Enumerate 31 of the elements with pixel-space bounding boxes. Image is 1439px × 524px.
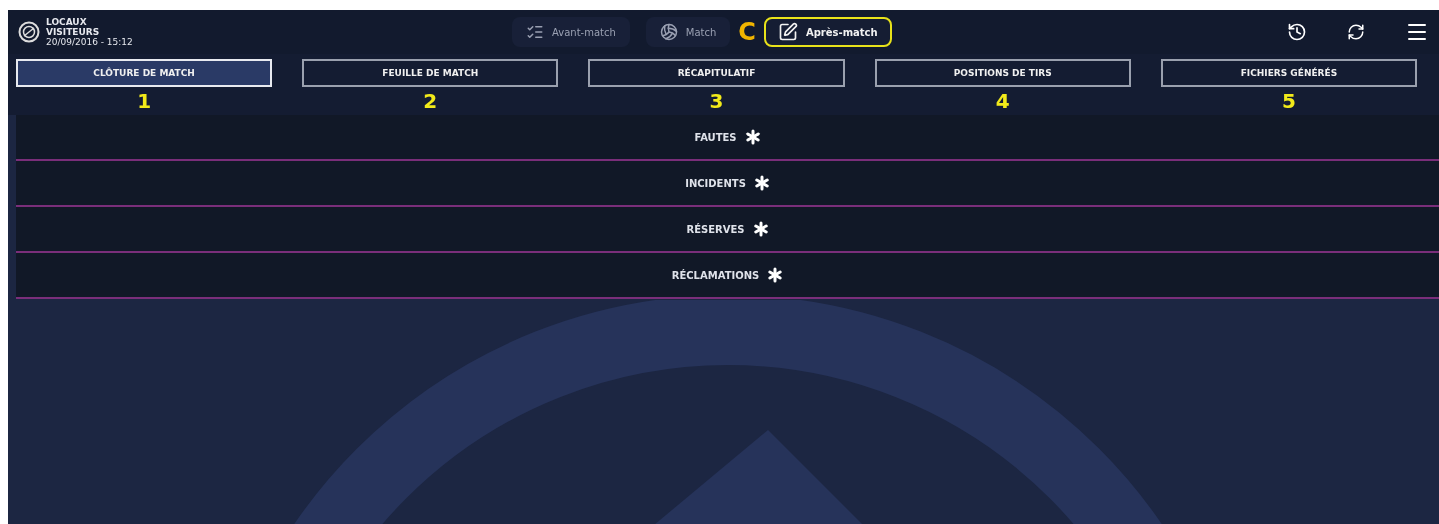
phase-tab[interactable]: Avant-match — [512, 17, 630, 47]
phase-tab[interactable]: Après-match — [763, 17, 892, 47]
section-tab[interactable]: POSITIONS DE TIRS — [874, 59, 1131, 87]
ball-icon — [659, 23, 678, 41]
section-label: FAUTES — [694, 131, 737, 143]
section-row[interactable]: RÉCLAMATIONS — [16, 253, 1439, 299]
section-label: INCIDENTS — [685, 177, 746, 189]
tab-number: 1 — [137, 88, 152, 115]
phase-marker: C — [738, 18, 756, 46]
club-logo-icon — [18, 21, 40, 43]
section-label: RÉCLAMATIONS — [671, 269, 760, 281]
tab-number: 3 — [709, 88, 724, 115]
tab-number: 2 — [423, 88, 438, 115]
home-team: LOCAUX — [46, 17, 88, 27]
section-tab[interactable]: CLÔTURE DE MATCH — [16, 59, 273, 87]
away-team: VISITEURS — [46, 27, 101, 37]
section-row[interactable]: RÉSERVES — [16, 207, 1439, 253]
phase-tab[interactable]: Match — [645, 17, 731, 47]
tab-number: 5 — [1281, 88, 1296, 115]
section-row[interactable]: FAUTES — [16, 115, 1439, 161]
section-tab[interactable]: RÉCAPITULATIF — [588, 59, 845, 87]
refresh-icon[interactable] — [1347, 23, 1365, 41]
history-icon[interactable] — [1287, 22, 1307, 42]
section-row[interactable]: INCIDENTS — [16, 161, 1439, 207]
tab-number: 4 — [995, 88, 1010, 115]
match-datetime: 20/09/2016 - 15:12 — [46, 37, 133, 47]
list-icon — [526, 23, 544, 41]
section-tab[interactable]: FICHIERS GÉNÉRÉS — [1160, 59, 1417, 87]
section-tab[interactable]: FEUILLE DE MATCH — [302, 59, 559, 87]
section-label: RÉSERVES — [686, 223, 745, 235]
edit-icon — [777, 22, 798, 42]
